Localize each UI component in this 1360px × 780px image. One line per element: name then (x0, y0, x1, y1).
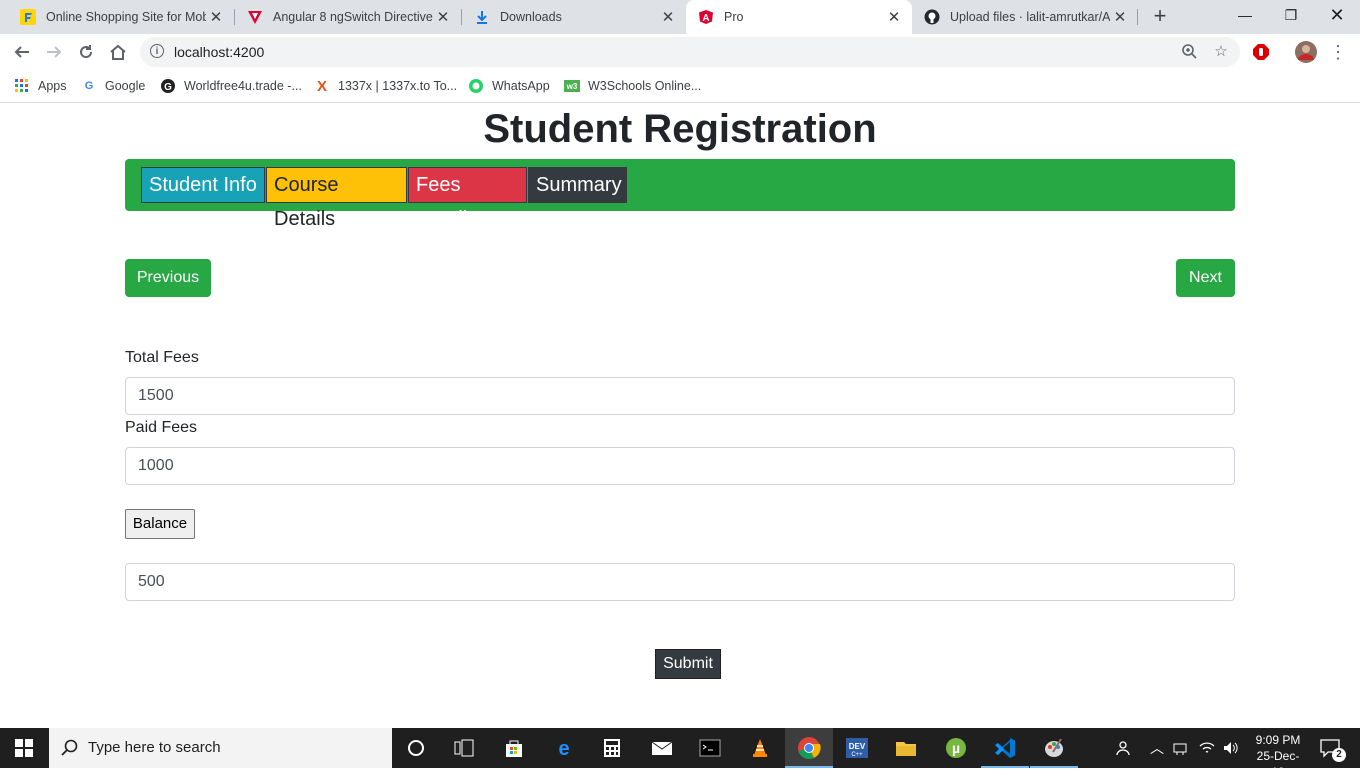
whatsapp-icon (468, 78, 484, 94)
wifi-icon[interactable] (1198, 740, 1216, 759)
url-text: localhost:4200 (174, 44, 265, 60)
angular-icon: A (698, 9, 714, 25)
adblock-extension-icon[interactable] (1249, 40, 1273, 64)
vscode-icon[interactable] (993, 736, 1017, 760)
x-icon: X (316, 77, 327, 95)
chrome-icon (797, 736, 821, 765)
dev-cpp-icon[interactable]: DEV C++ (845, 736, 869, 760)
svg-text:DEV: DEV (849, 742, 866, 751)
windows-start-icon[interactable] (12, 736, 36, 760)
tab-downloads[interactable]: Downloads ✕ (462, 0, 686, 34)
tab-angular-ngswitch[interactable]: Angular 8 ngSwitch Directive - ✕ (235, 0, 461, 34)
w3schools-icon: w3 (564, 78, 580, 94)
bookmark-worldfree4u[interactable]: G Worldfree4u.trade -... (160, 77, 302, 95)
task-view-icon[interactable] (452, 736, 476, 760)
tab-pro-active[interactable]: A Pro ✕ (686, 0, 912, 34)
close-tab-icon[interactable]: ✕ (658, 8, 678, 26)
paid-fees-input[interactable]: 1000 (125, 447, 1235, 485)
site-info-icon[interactable]: i (150, 44, 164, 58)
taskbar-search-box[interactable]: Type here to search (49, 728, 392, 768)
close-tab-icon[interactable]: ✕ (206, 8, 226, 26)
volume-icon[interactable] (1222, 740, 1240, 759)
bookmark-1337x[interactable]: X 1337x | 1337x.to To... (314, 77, 457, 95)
back-icon[interactable] (10, 40, 34, 64)
step-navbar: Student Info Course Details Fees Details… (125, 159, 1235, 230)
flipkart-icon (20, 9, 36, 25)
search-placeholder: Type here to search (88, 739, 221, 756)
home-icon[interactable] (106, 40, 130, 64)
tab-summary[interactable]: Summary (528, 167, 627, 203)
menu-kebab-icon[interactable]: ⋮ (1326, 40, 1350, 64)
github-icon (924, 9, 940, 25)
edge-icon[interactable]: e (552, 736, 576, 760)
bookmarks-bar: Apps G Google G Worldfree4u.trade -... X… (0, 70, 1360, 103)
browser-toolbar: i localhost:4200 ☆ ⋮ (0, 34, 1360, 70)
page-content: Student Registration Student Info Course… (0, 103, 1360, 727)
notification-count-badge: 2 (1332, 748, 1346, 762)
total-fees-input[interactable]: 1500 (125, 377, 1235, 415)
windows-taskbar: Type here to search e DEV C++ µ ︿ 9:09 PM… (0, 728, 1360, 779)
restore-icon[interactable]: ❐ (1268, 0, 1314, 32)
forward-icon[interactable] (42, 40, 66, 64)
vlc-icon[interactable] (748, 736, 772, 760)
close-tab-icon[interactable]: ✕ (1110, 8, 1130, 26)
address-bar[interactable]: i localhost:4200 ☆ (140, 37, 1240, 67)
svg-text:µ: µ (952, 740, 960, 756)
tab-fees-details[interactable]: Fees Details (408, 167, 527, 230)
download-icon (474, 9, 490, 25)
minimize-icon[interactable]: — (1222, 0, 1268, 32)
close-tab-icon[interactable]: ✕ (433, 8, 453, 26)
svg-text:C++: C++ (851, 752, 863, 758)
avatar[interactable] (1294, 40, 1318, 64)
clock-date: 25-Dec-19 (1256, 749, 1300, 779)
previous-button[interactable]: Previous (125, 259, 211, 297)
tab-student-info[interactable]: Student Info (141, 167, 265, 203)
next-button[interactable]: Next (1176, 259, 1235, 297)
svg-text:w3: w3 (566, 82, 578, 91)
search-icon (61, 739, 79, 762)
tab-upload-files[interactable]: Upload files · lalit-amrutkar/An ✕ (912, 0, 1138, 34)
apps-grid-icon (14, 78, 30, 94)
close-tab-icon[interactable]: ✕ (884, 8, 904, 26)
close-window-icon[interactable]: ✕ (1314, 0, 1360, 32)
google-icon: G (84, 80, 94, 92)
tab-online-shopping[interactable]: Online Shopping Site for Mobi ✕ (8, 0, 234, 34)
reload-icon[interactable] (74, 40, 98, 64)
mail-icon[interactable] (650, 736, 674, 760)
total-fees-label: Total Fees (125, 349, 199, 366)
worldfree-icon: G (160, 78, 176, 94)
calculator-icon[interactable] (600, 736, 624, 760)
balance-input[interactable]: 500 (125, 563, 1235, 601)
clock-time: 9:09 PM (1255, 733, 1301, 747)
cortana-icon[interactable] (404, 736, 428, 760)
bookmark-whatsapp[interactable]: WhatsApp (468, 77, 550, 95)
paint-icon[interactable] (1042, 736, 1066, 760)
bookmark-w3schools[interactable]: w3 W3Schools Online... (564, 77, 701, 95)
bookmark-apps[interactable]: Apps (14, 77, 67, 95)
bookmark-google[interactable]: G Google (81, 77, 146, 95)
clock[interactable]: 9:09 PM 25-Dec-19 (1250, 732, 1306, 780)
store-icon[interactable] (502, 736, 526, 760)
network-ethernet-icon[interactable] (1172, 740, 1188, 759)
new-tab-icon[interactable]: + (1148, 5, 1172, 29)
angular-v-icon (247, 9, 263, 25)
page-title: Student Registration (483, 107, 877, 151)
chrome-taskbar-active[interactable] (785, 728, 833, 768)
people-icon[interactable] (1114, 739, 1132, 760)
balance-button[interactable]: Balance (125, 509, 195, 539)
svg-text:G: G (164, 82, 172, 93)
zoom-icon[interactable] (1180, 43, 1198, 61)
chevron-up-icon[interactable]: ︿ (1150, 738, 1164, 758)
file-explorer-icon[interactable] (894, 736, 918, 760)
submit-button[interactable]: Submit (655, 649, 721, 679)
svg-text:e: e (558, 738, 569, 758)
bookmark-star-icon[interactable]: ☆ (1212, 43, 1230, 61)
browser-tab-strip: Online Shopping Site for Mobi ✕ Angular … (0, 0, 1360, 34)
paid-fees-label: Paid Fees (125, 419, 198, 436)
tab-separator (1137, 9, 1138, 25)
utorrent-icon[interactable]: µ (944, 736, 968, 760)
tab-course-details[interactable]: Course Details (266, 167, 407, 230)
terminal-icon[interactable] (698, 736, 722, 760)
svg-text:A: A (702, 13, 709, 24)
